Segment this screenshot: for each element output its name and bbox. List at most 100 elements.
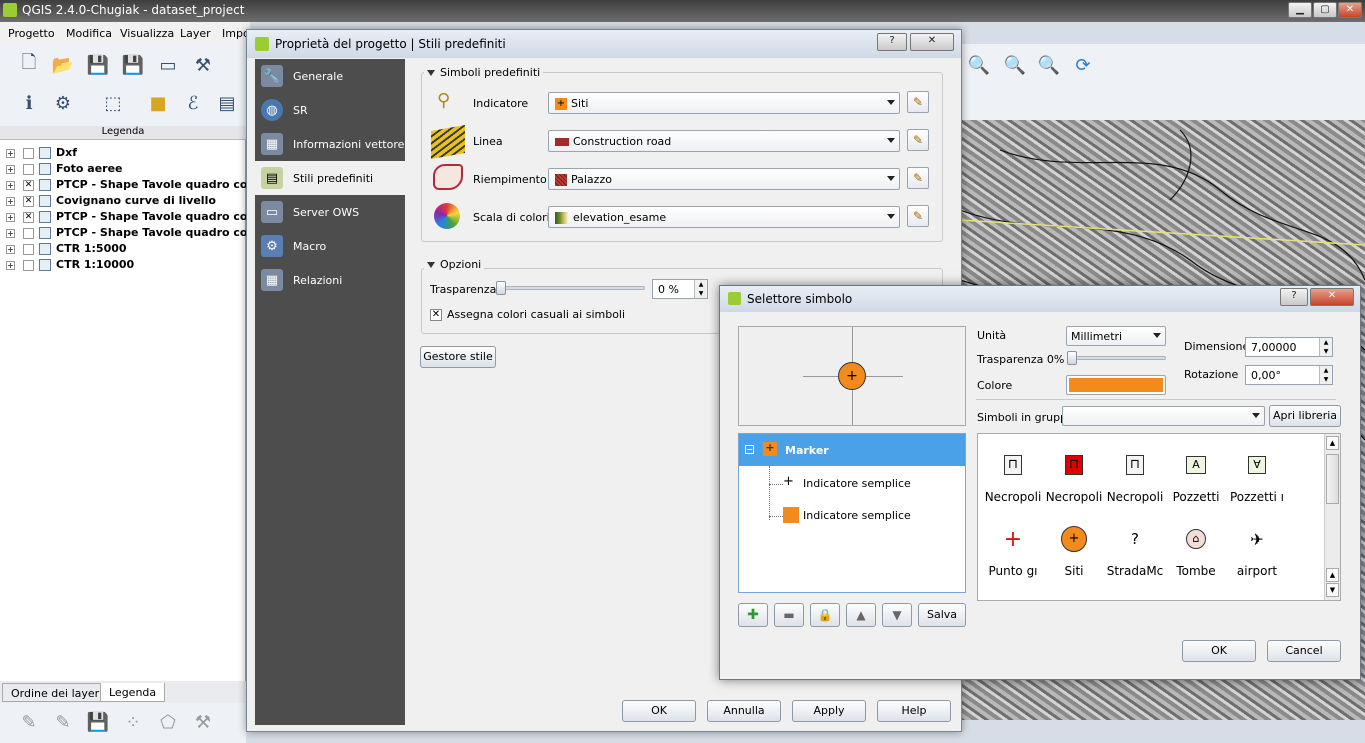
- options-header[interactable]: Opzioni: [424, 258, 485, 271]
- ok-button[interactable]: OK: [622, 700, 696, 722]
- marker-combo[interactable]: + Siti: [548, 92, 900, 114]
- expand-icon[interactable]: +: [6, 244, 15, 254]
- edit-fill-icon[interactable]: ✎: [907, 167, 929, 189]
- unit-combo[interactable]: Millimetri: [1066, 326, 1166, 346]
- symbol-item[interactable]: ✈ airport: [1226, 524, 1288, 579]
- help-title-button[interactable]: ?: [877, 33, 907, 51]
- symbol-transparency-slider[interactable]: [1067, 351, 1166, 365]
- menu-visualizza[interactable]: Visualizza: [120, 27, 174, 40]
- expand-icon[interactable]: +: [6, 164, 15, 174]
- move-feature-icon[interactable]: ⬠: [155, 709, 181, 735]
- layer-checkbox[interactable]: ✕: [23, 211, 34, 223]
- attribute-table-icon[interactable]: ▤: [214, 90, 240, 116]
- transparency-spinbox[interactable]: 0 % ▲ ▼: [652, 279, 708, 299]
- add-feature-icon[interactable]: ⁘: [120, 709, 146, 735]
- sidebar-item-stili-predefiniti[interactable]: ▤ Stili predefiniti: [255, 161, 405, 195]
- symbol-item[interactable]: + Punto gı: [982, 524, 1044, 579]
- tree-child-simple-marker-1[interactable]: Indicatore semplice: [803, 477, 911, 490]
- expand-icon[interactable]: +: [6, 228, 15, 238]
- expand-icon[interactable]: +: [6, 212, 15, 222]
- scrollbar-thumb[interactable]: [1326, 454, 1339, 504]
- layer-checkbox[interactable]: ✕: [23, 195, 34, 207]
- fill-combo[interactable]: Palazzo: [548, 168, 900, 190]
- layer-item[interactable]: + Foto aeree: [6, 162, 246, 178]
- lock-layer-icon[interactable]: 🔒: [810, 603, 840, 627]
- sidebar-item-informazioni-vettore[interactable]: ▦ Informazioni vettore: [255, 127, 405, 161]
- expand-icon[interactable]: +: [6, 148, 15, 158]
- edit-marker-icon[interactable]: ✎: [907, 91, 929, 113]
- tree-child-simple-marker-2[interactable]: Indicatore semplice: [803, 509, 911, 522]
- layer-checkbox[interactable]: [23, 163, 34, 175]
- line-combo[interactable]: Construction road: [548, 130, 900, 152]
- layer-item[interactable]: + ✕ Covignano curve di livello: [6, 194, 246, 210]
- measure-icon[interactable]: ℰ: [180, 90, 206, 116]
- layer-item[interactable]: + ✕ PTCP - Shape Tavole quadro cor: [6, 178, 246, 194]
- deselect-icon[interactable]: ■: [145, 90, 171, 116]
- expand-icon[interactable]: +: [6, 260, 15, 270]
- zoom-next-icon[interactable]: 🔍: [1036, 52, 1062, 78]
- help-button[interactable]: Help: [877, 700, 951, 722]
- symbol-item[interactable]: A Pozzetti: [1165, 450, 1227, 504]
- expand-icon[interactable]: +: [6, 180, 15, 190]
- move-down-icon[interactable]: ▼: [882, 603, 912, 627]
- sidebar-item-macro[interactable]: ⚙ Macro: [255, 229, 405, 263]
- symbol-dialog-close-button[interactable]: ✕: [1310, 288, 1354, 306]
- toggle-edit-icon[interactable]: ✎: [50, 709, 76, 735]
- sidebar-item-generale[interactable]: 🔧 Generale: [255, 59, 405, 93]
- expand-icon[interactable]: +: [6, 196, 15, 206]
- open-library-button[interactable]: Apri libreria: [1269, 405, 1341, 427]
- tree-root-marker[interactable]: − + Marker: [739, 434, 965, 466]
- size-spinbox[interactable]: 7,00000 ▲ ▼: [1245, 337, 1333, 357]
- symbol-list-scrollbar[interactable]: ▲ ▲ ▼: [1324, 434, 1340, 600]
- edit-line-icon[interactable]: ✎: [907, 129, 929, 151]
- layer-checkbox[interactable]: [23, 227, 34, 239]
- layer-checkbox[interactable]: [23, 259, 34, 271]
- symbol-ok-button[interactable]: OK: [1182, 640, 1256, 662]
- minimize-button[interactable]: ▁: [1288, 2, 1312, 18]
- menu-modifica[interactable]: Modifica: [66, 27, 112, 40]
- layer-item[interactable]: + Dxf: [6, 146, 246, 162]
- symbol-help-title-button[interactable]: ?: [1280, 288, 1308, 306]
- select-rectangle-icon[interactable]: ⬚: [100, 90, 126, 116]
- zoom-icon[interactable]: 🔍: [966, 52, 992, 78]
- sidebar-item-relazioni[interactable]: ▦ Relazioni: [255, 263, 405, 297]
- symbol-item[interactable]: ⊓ Necropoli: [982, 450, 1044, 504]
- new-print-composer-icon[interactable]: ▭: [155, 52, 181, 78]
- default-symbols-header[interactable]: Simboli predefiniti: [424, 66, 544, 79]
- style-manager-button[interactable]: Gestore stile: [420, 346, 496, 368]
- tab-legend[interactable]: Legenda: [100, 683, 166, 702]
- identify-icon[interactable]: ℹ: [16, 90, 42, 116]
- color-ramp-combo[interactable]: elevation_esame: [548, 206, 900, 228]
- add-layer-icon[interactable]: ✚: [738, 603, 768, 627]
- menu-layer[interactable]: Layer: [180, 27, 211, 40]
- composer-manager-icon[interactable]: ⚒: [190, 52, 216, 78]
- edit-color-ramp-icon[interactable]: ✎: [907, 205, 929, 227]
- select-features-icon[interactable]: ⚙: [50, 90, 76, 116]
- tab-layer-order[interactable]: Ordine dei layer: [2, 683, 109, 702]
- symbol-item[interactable]: ⊓ Necropoli: [1043, 450, 1105, 504]
- color-button[interactable]: [1066, 375, 1166, 395]
- symbol-item[interactable]: ⊓ Necropoli: [1104, 450, 1166, 504]
- save-symbol-button[interactable]: Salva: [918, 603, 966, 627]
- checkbox-checked-icon[interactable]: ✕: [430, 309, 442, 321]
- layer-checkbox[interactable]: [23, 147, 34, 159]
- layer-checkbox[interactable]: ✕: [23, 179, 34, 191]
- rotation-spinbox[interactable]: 0,00° ▲ ▼: [1245, 365, 1333, 385]
- move-up-icon[interactable]: ▲: [846, 603, 876, 627]
- symbol-item[interactable]: ⌂ Tombe: [1165, 524, 1227, 578]
- node-tool-icon[interactable]: ⚒: [190, 709, 216, 735]
- maximize-button[interactable]: ▢: [1313, 2, 1337, 18]
- layer-item[interactable]: + ✕ PTCP - Shape Tavole quadro cor: [6, 210, 246, 226]
- group-combo[interactable]: [1062, 406, 1265, 426]
- cancel-button[interactable]: Annulla: [707, 700, 781, 722]
- save-project-icon[interactable]: 💾: [85, 52, 111, 78]
- open-project-icon[interactable]: 📂: [50, 52, 76, 78]
- slider-handle[interactable]: [1067, 351, 1077, 365]
- layer-item[interactable]: + CTR 1:5000: [6, 242, 246, 258]
- symbol-cancel-button[interactable]: Cancel: [1267, 640, 1341, 662]
- refresh-icon[interactable]: ⟳: [1070, 52, 1096, 78]
- sidebar-item-sr[interactable]: ◍ SR: [255, 93, 405, 127]
- random-colors-checkbox[interactable]: ✕ Assegna colori casuali ai simboli: [430, 308, 625, 321]
- layer-checkbox[interactable]: [23, 243, 34, 255]
- slider-handle[interactable]: [496, 281, 506, 295]
